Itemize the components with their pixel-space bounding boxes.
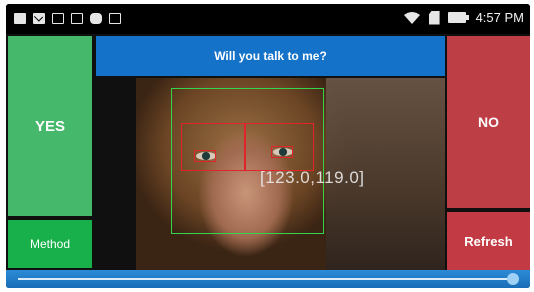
status-time: 4:57 PM — [475, 10, 524, 25]
question-title: Will you talk to me? — [214, 49, 327, 63]
left-column: YES Method — [6, 34, 94, 270]
right-pupil-box — [271, 146, 293, 158]
mail-icon — [33, 13, 45, 24]
seek-thumb[interactable] — [507, 273, 519, 285]
left-eye-detection-box — [181, 123, 246, 171]
sd-card-icon — [428, 10, 440, 25]
envelope-icon — [71, 13, 83, 24]
question-title-bar: Will you talk to me? — [96, 36, 445, 76]
seek-track[interactable] — [18, 278, 514, 280]
system-icons: 4:57 PM — [403, 10, 524, 25]
status-bar: 4:57 PM — [6, 4, 530, 34]
window-icon — [14, 13, 26, 24]
wifi-icon — [403, 11, 420, 24]
device-screen: 4:57 PM YES Method Will you talk to me? … — [6, 4, 530, 288]
battery-icon — [447, 12, 469, 23]
notification-icons — [14, 13, 121, 24]
refresh-button[interactable]: Refresh — [447, 212, 530, 270]
bag-icon — [109, 13, 121, 24]
gamepad-icon — [90, 13, 102, 24]
yes-button[interactable]: YES — [8, 36, 92, 216]
folder-icon — [52, 13, 64, 24]
left-pupil-box — [194, 150, 216, 162]
no-button[interactable]: NO — [447, 36, 530, 208]
method-button[interactable]: Method — [8, 220, 92, 268]
bottom-progress-bar — [6, 270, 530, 288]
app-content: YES Method Will you talk to me? [123.0,1… — [6, 34, 530, 288]
gaze-coordinates: [123.0,119.0] — [260, 168, 365, 187]
camera-preview: [123.0,119.0] — [136, 78, 445, 270]
